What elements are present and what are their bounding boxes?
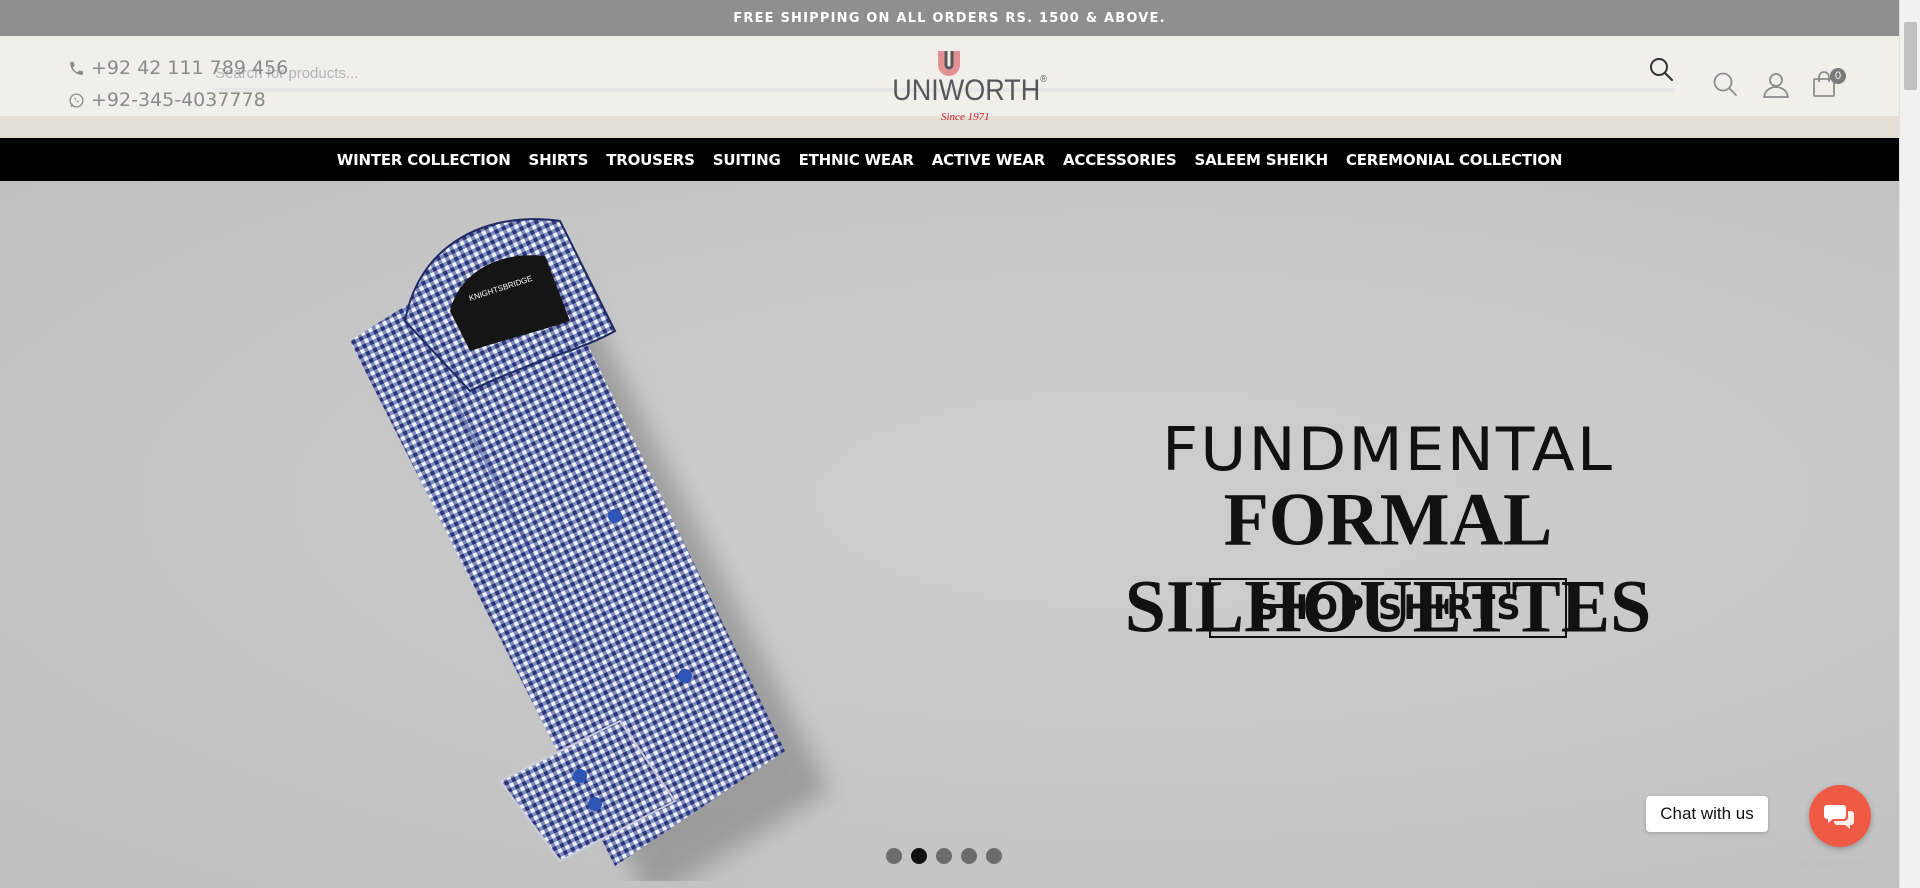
- site-logo[interactable]: UNIWORTH® Since 1971: [886, 46, 1047, 126]
- logo-registered: ®: [1040, 74, 1047, 85]
- hero-shirt-image: KNIGHTSBRIDGE: [350, 218, 830, 881]
- nav-item-active-wear[interactable]: ACTIVE WEAR: [923, 151, 1054, 169]
- cart-count-badge: 0: [1830, 68, 1846, 84]
- logo-brand: UNIWORTH: [892, 74, 1041, 107]
- nav-item-accessories[interactable]: ACCESSORIES: [1054, 151, 1186, 169]
- shop-shirts-button[interactable]: SHOP SHIRTS: [1209, 578, 1567, 638]
- logo-emblem-icon: [938, 51, 960, 76]
- slider-dot-5[interactable]: [986, 848, 1002, 864]
- account-button[interactable]: [1761, 70, 1795, 104]
- main-nav: WINTER COLLECTION SHIRTS TROUSERS SUITIN…: [0, 138, 1899, 181]
- page: FREE SHIPPING ON ALL ORDERS RS. 1500 & A…: [0, 0, 1899, 888]
- nav-item-shirts[interactable]: SHIRTS: [520, 151, 598, 169]
- logo-tagline: Since 1971: [941, 111, 990, 123]
- slider-dot-2[interactable]: [911, 848, 927, 864]
- page-scrollbar[interactable]: [1899, 0, 1920, 888]
- chat-button[interactable]: [1809, 785, 1871, 847]
- chat-label[interactable]: Chat with us: [1646, 796, 1768, 832]
- phone-number: +92 42 111 789 456: [91, 57, 289, 79]
- search-submit-button[interactable]: [1648, 56, 1684, 92]
- slider-dot-4[interactable]: [961, 848, 977, 864]
- whatsapp-icon: [69, 92, 84, 108]
- nav-item-trousers[interactable]: TROUSERS: [597, 151, 704, 169]
- phone-contact[interactable]: +92 42 111 789 456: [68, 57, 288, 79]
- chat-bubbles-icon: [1824, 805, 1854, 829]
- user-icon: [1762, 73, 1790, 98]
- logo-wordmark: UNIWORTH®: [892, 74, 1047, 108]
- nav-item-suiting[interactable]: SUITING: [704, 151, 790, 169]
- hero-slider[interactable]: KNIGHTSBRIDGE FUNDMENTAL FORMAL SILHOUET…: [0, 181, 1899, 888]
- search-icon: [1713, 72, 1737, 96]
- nav-item-ceremonial-collection[interactable]: CEREMONIAL COLLECTION: [1337, 151, 1571, 169]
- phone-icon: [70, 61, 83, 75]
- getbutton-credit-text: GetButton: [1811, 857, 1861, 869]
- slider-dot-1[interactable]: [886, 848, 902, 864]
- whatsapp-number: +92-345-4037778: [91, 89, 266, 111]
- nav-item-winter-collection[interactable]: WINTER COLLECTION: [328, 151, 520, 169]
- nav-item-saleem-sheikh[interactable]: SALEEM SHEIKH: [1186, 151, 1337, 169]
- slider-dot-3[interactable]: [936, 848, 952, 864]
- header-search-button[interactable]: [1711, 70, 1745, 104]
- announcement-bar: FREE SHIPPING ON ALL ORDERS RS. 1500 & A…: [0, 0, 1899, 36]
- hero-headline-1: FUNDMENTAL: [1161, 415, 1615, 485]
- whatsapp-contact[interactable]: +92-345-4037778: [68, 89, 266, 111]
- nav-item-ethnic-wear[interactable]: ETHNIC WEAR: [790, 151, 923, 169]
- getbutton-credit[interactable]: ⊙ GetButton: [1799, 856, 1861, 869]
- search-icon: [1650, 58, 1674, 82]
- slider-pagination: [886, 848, 1002, 864]
- scrollbar-thumb[interactable]: [1904, 22, 1917, 90]
